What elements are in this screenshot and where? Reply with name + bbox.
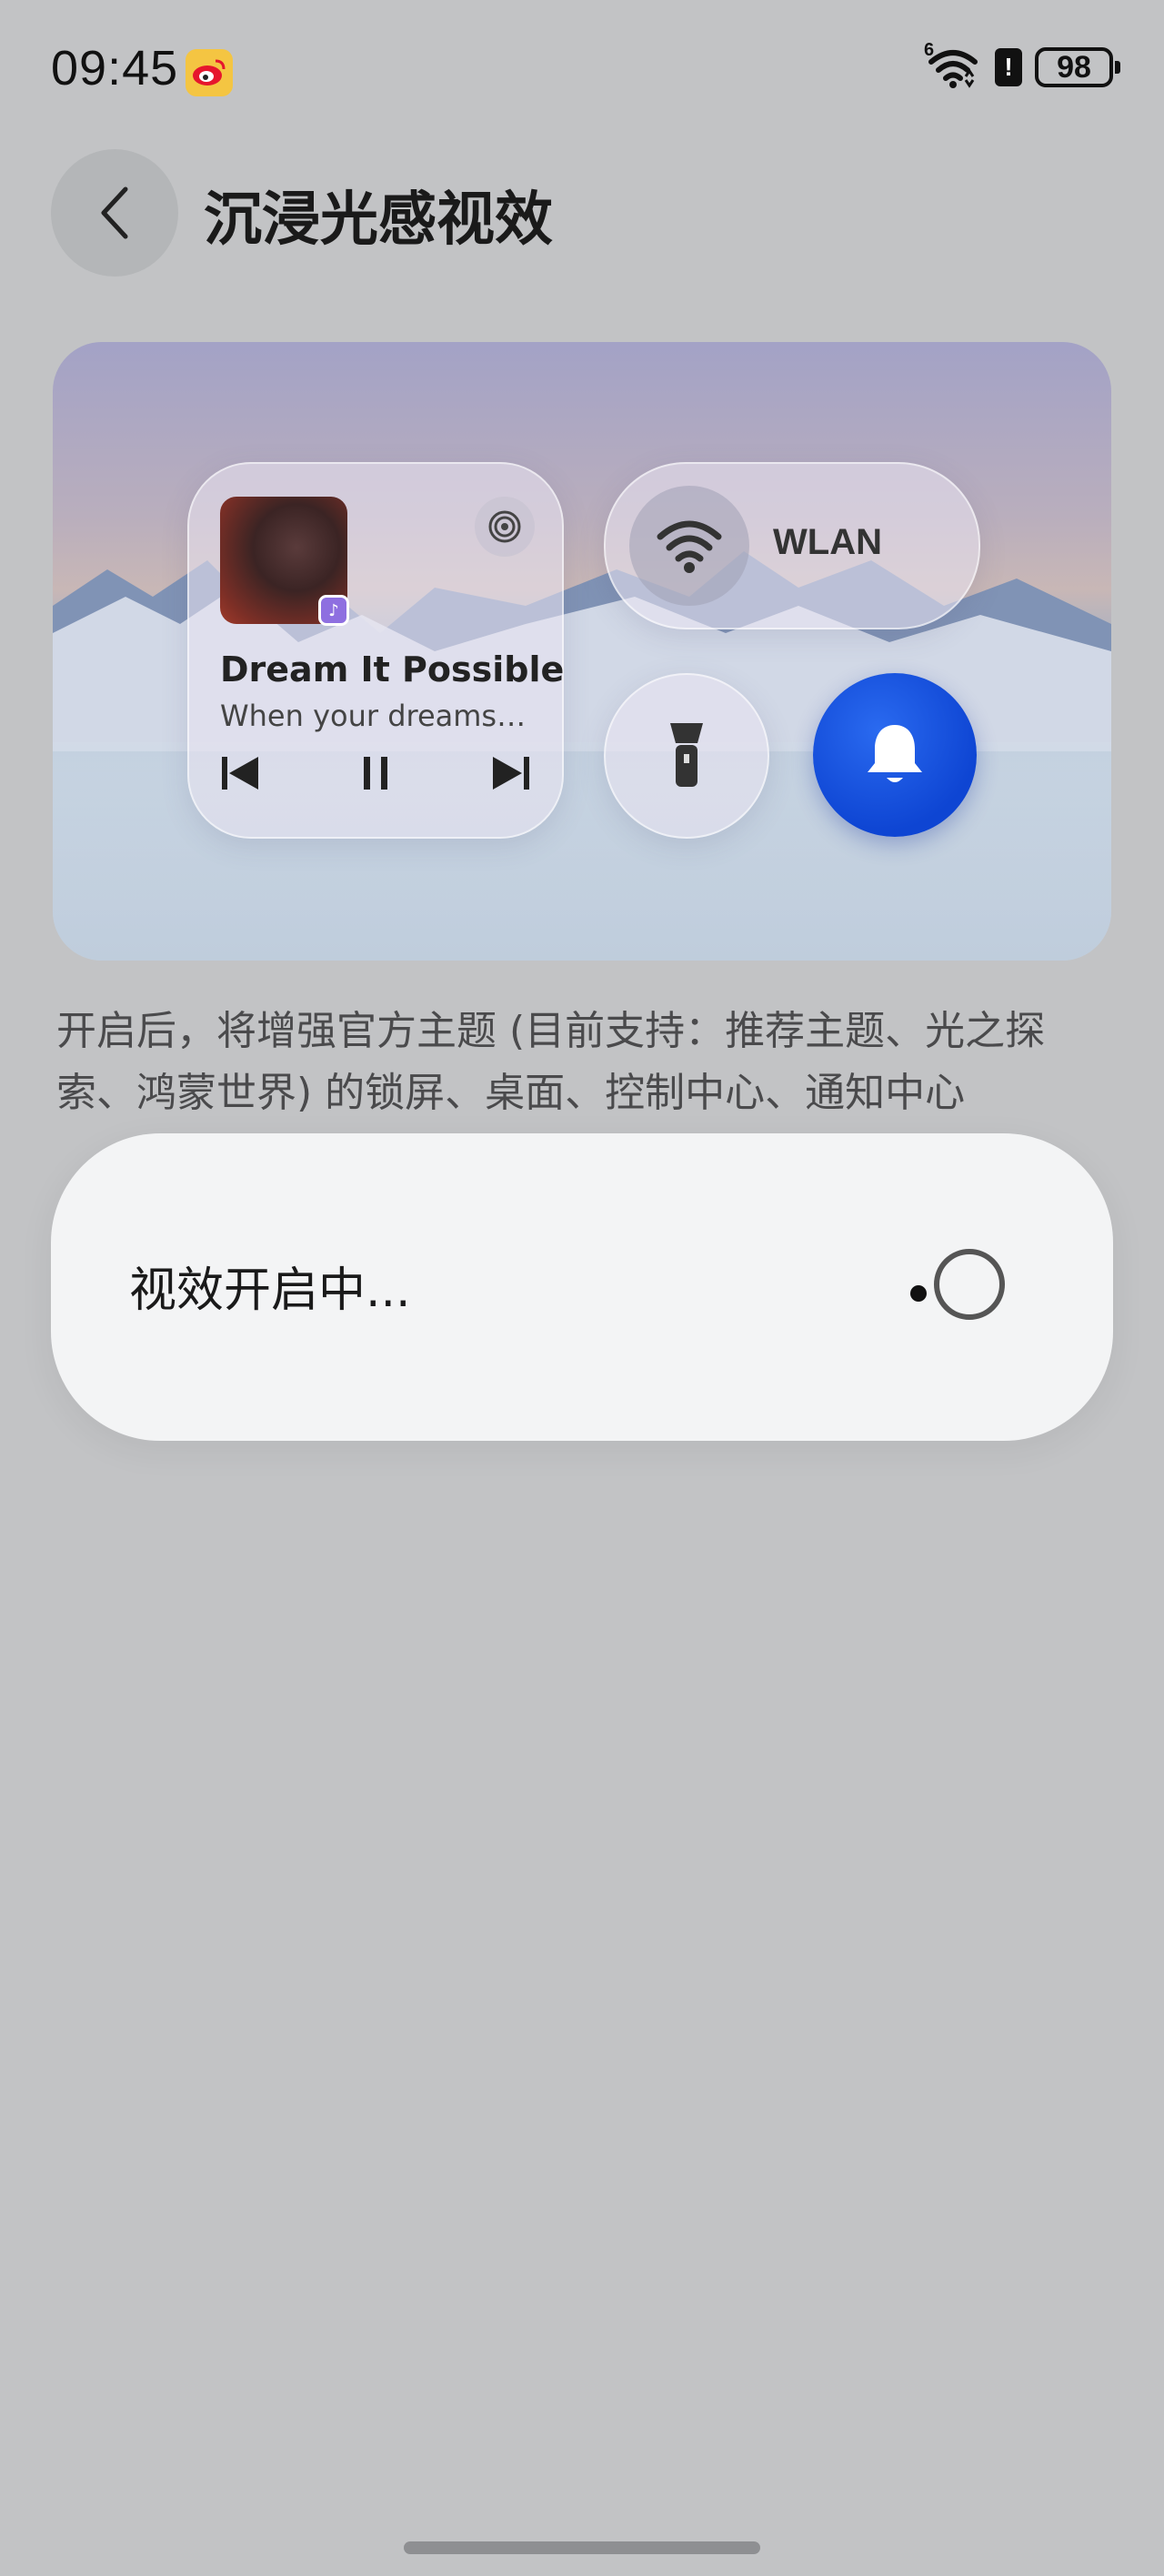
album-art: ♪ [220,497,349,626]
next-track-icon[interactable] [491,755,531,791]
back-button[interactable] [51,149,178,277]
status-icons: 6 ! 98 [924,40,1120,89]
network-type-label: 6 [924,40,935,60]
loading-spinner-icon [910,1249,1005,1320]
feature-description: 开启后，将增强官方主题 (目前支持：推荐主题、光之探索、鸿蒙世界) 的锁屏、桌面… [56,1008,1046,1116]
song-title: Dream It Possible [220,649,565,689]
previous-track-icon[interactable] [220,755,260,791]
wifi-icon [657,520,722,573]
music-widget: ♪ Dream It Possible When your dreams… [187,462,564,839]
chevron-left-icon [101,186,128,239]
status-time: 09:45 [51,41,179,96]
playback-controls [220,755,531,791]
home-indicator[interactable] [404,2541,760,2554]
wlan-label: WLAN [773,522,882,562]
weibo-notification-icon [186,49,233,96]
wifi-signal-icon: 6 [924,40,982,89]
audio-output-icon[interactable] [475,497,535,557]
page-title: 沉浸光感视效 [204,186,553,254]
sim-alert-icon: ! [995,48,1022,86]
battery-indicator: 98 [1035,47,1120,87]
wlan-toggle[interactable]: WLAN [604,462,980,629]
effect-preview-image: ♪ Dream It Possible When your dreams… WL… [53,342,1111,961]
flashlight-toggle[interactable] [604,673,769,839]
bell-icon [868,725,922,782]
status-bar: 09:45 6 ! 98 [0,0,1164,146]
loading-dialog: 视效开启中... [51,1133,1113,1441]
flashlight-icon [670,723,703,787]
pause-icon[interactable] [360,755,391,791]
wlan-icon-bg [629,486,749,606]
dialog-message: 视效开启中... [129,1263,411,1318]
song-subtitle: When your dreams… [220,699,527,733]
notification-toggle[interactable] [813,673,977,837]
music-app-icon: ♪ [318,595,349,626]
